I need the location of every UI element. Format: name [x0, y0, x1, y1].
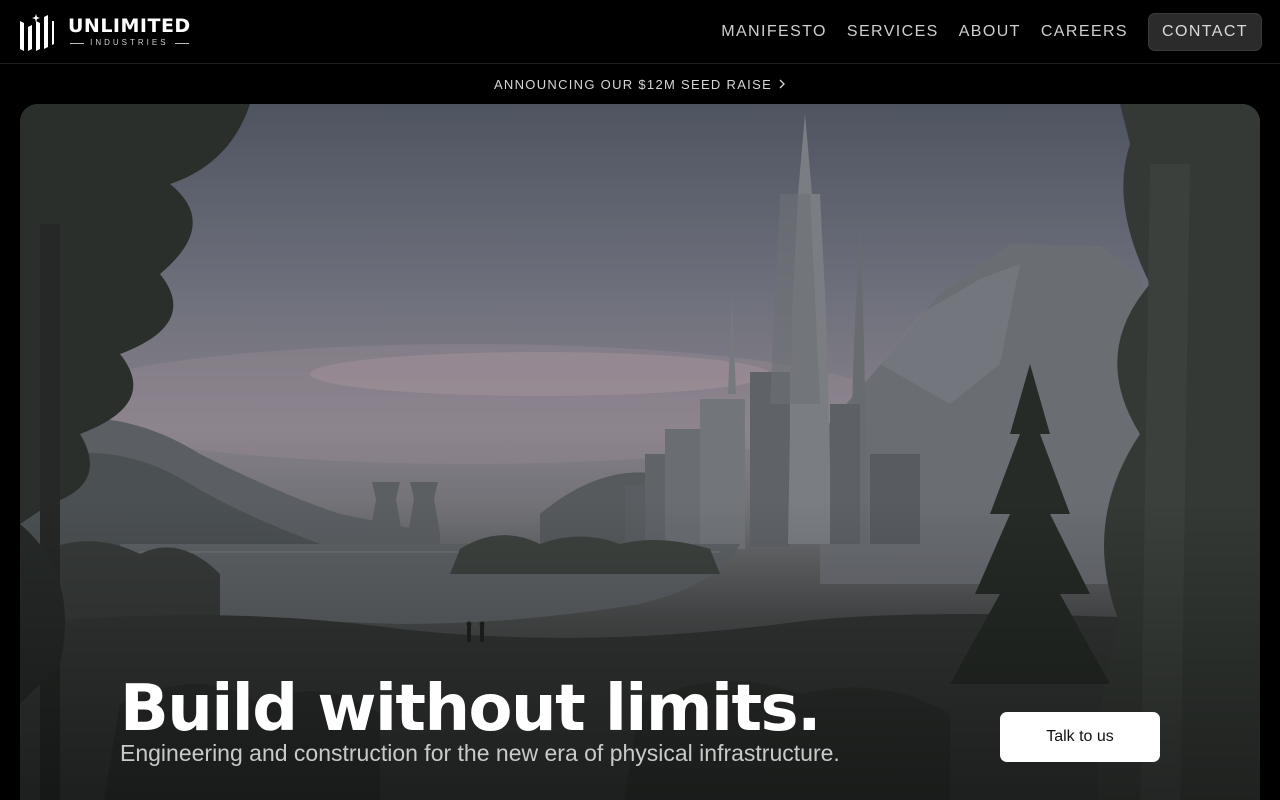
- nav-link-manifesto[interactable]: MANIFESTO: [721, 23, 827, 41]
- announcement-banner[interactable]: ANNOUNCING OUR $12M SEED RAISE: [0, 64, 1280, 104]
- main-nav: MANIFESTO SERVICES ABOUT CAREERS CONTACT: [701, 0, 1262, 64]
- brand-name: UNLIMITED: [68, 15, 191, 37]
- divider: [174, 42, 189, 44]
- hero-subtitle: Engineering and construction for the new…: [120, 740, 840, 766]
- talk-to-us-button[interactable]: Talk to us: [1000, 712, 1160, 762]
- nav-link-careers[interactable]: CAREERS: [1041, 23, 1128, 41]
- hero-section: Build without limits. Engineering and co…: [20, 104, 1260, 800]
- chevron-right-icon: [779, 79, 785, 89]
- brand-subtitle-row: INDUSTRIES: [70, 38, 189, 48]
- site-header: UNLIMITED INDUSTRIES MANIFESTO SERVICES …: [0, 0, 1280, 64]
- nav-link-about[interactable]: ABOUT: [959, 23, 1021, 41]
- announcement-text: ANNOUNCING OUR $12M SEED RAISE: [493, 76, 773, 92]
- brand-subtitle: INDUSTRIES: [90, 38, 169, 47]
- brand-logo[interactable]: UNLIMITED INDUSTRIES: [18, 12, 191, 52]
- logo-mark-icon: [20, 14, 54, 51]
- contact-button[interactable]: CONTACT: [1148, 13, 1262, 51]
- hero-title: Build without limits.: [120, 672, 821, 746]
- divider: [70, 42, 85, 44]
- nav-link-services[interactable]: SERVICES: [847, 23, 939, 41]
